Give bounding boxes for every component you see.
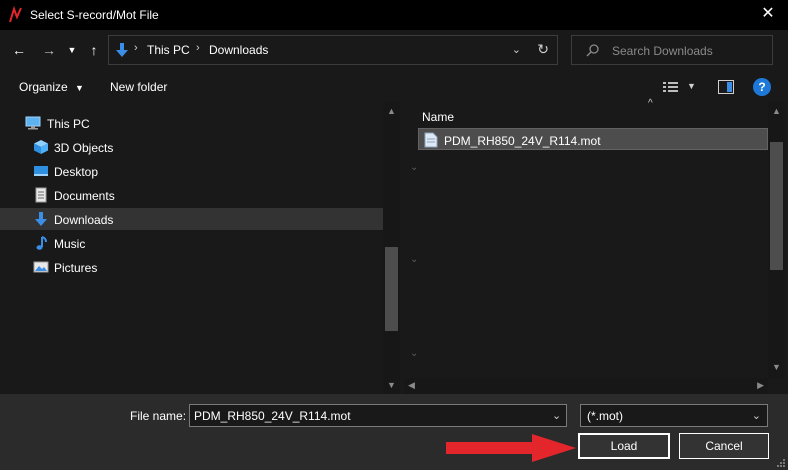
file-row[interactable]: PDM_RH850_24V_R114.mot	[418, 128, 768, 150]
sidebar-item-desktop[interactable]: Desktop	[0, 160, 383, 182]
sidebar-item-pictures[interactable]: Pictures	[0, 256, 383, 278]
chevron-down-icon: ⌄	[410, 348, 419, 359]
help-icon[interactable]: ?	[753, 78, 771, 96]
refresh-icon[interactable]: ↻	[537, 41, 549, 58]
view-options-icon[interactable]	[663, 81, 679, 93]
file-list-scrollbar[interactable]: ▲ ▼	[768, 102, 785, 378]
scroll-down-icon[interactable]: ▼	[383, 380, 400, 390]
column-header-name[interactable]: Name	[422, 110, 454, 124]
scroll-right-icon[interactable]: ▶	[757, 380, 764, 391]
load-button[interactable]: Load	[578, 433, 670, 459]
search-placeholder: Search Downloads	[612, 44, 713, 58]
navigation-pane: This PC 3D Objects Desktop Documents Dow…	[0, 102, 400, 394]
scroll-up-icon[interactable]: ▲	[383, 106, 400, 116]
horizontal-scrollbar[interactable]: ◀ ▶	[404, 378, 768, 394]
chevron-down-icon[interactable]: ⌄	[512, 43, 521, 56]
scroll-up-icon[interactable]: ▲	[768, 106, 785, 116]
chevron-down-icon[interactable]: ⌄	[552, 409, 561, 422]
command-toolbar: Organize ▼ New folder ▼ ?	[0, 72, 788, 102]
title-bar: Select S-record/Mot File ✕	[0, 0, 788, 30]
back-arrow-icon[interactable]: ←	[10, 40, 28, 60]
file-name-label: File name:	[130, 409, 187, 423]
scrollbar-thumb[interactable]	[770, 142, 783, 270]
window-title: Select S-record/Mot File	[30, 8, 159, 22]
address-bar[interactable]: › This PC › Downloads ⌄ ↻	[108, 35, 558, 65]
file-name: PDM_RH850_24V_R114.mot	[444, 134, 601, 148]
sort-ascending-icon: ^	[648, 98, 653, 109]
sidebar-item-label: Music	[54, 237, 86, 251]
view-chevron-down-icon[interactable]: ▼	[687, 81, 696, 91]
desktop-icon	[34, 166, 48, 176]
red-arrow-icon	[446, 434, 576, 462]
dialog-footer: File name: ⌄ (*.mot) ⌄ Load Cancel	[0, 394, 788, 470]
breadcrumb-chevron-icon: ›	[134, 42, 138, 54]
file-type-select[interactable]: (*.mot) ⌄	[580, 404, 768, 427]
navigation-bar: ← → ▼ ↑ › This PC › Downloads ⌄ ↻ Search…	[0, 30, 788, 70]
sidebar-item-documents[interactable]: Documents	[0, 184, 383, 206]
file-name-input[interactable]	[189, 404, 567, 427]
breadcrumb-this-pc[interactable]: This PC	[147, 43, 190, 57]
sidebar-item-3d-objects[interactable]: 3D Objects	[0, 136, 383, 158]
file-type-value: (*.mot)	[587, 409, 623, 423]
organize-label: Organize	[19, 80, 68, 94]
new-folder-button[interactable]: New folder	[110, 80, 167, 94]
sidebar-item-downloads[interactable]: Downloads	[0, 208, 383, 230]
cube-icon	[34, 140, 48, 154]
sidebar-item-label: Downloads	[54, 213, 114, 227]
music-note-icon	[36, 236, 47, 250]
resize-grip-icon[interactable]	[776, 458, 786, 468]
chevron-down-icon: ⌄	[751, 410, 761, 422]
sidebar-item-this-pc[interactable]: This PC	[0, 112, 383, 134]
sidebar-item-label: Documents	[54, 189, 115, 203]
sidebar-item-label: This PC	[47, 117, 90, 131]
sidebar-item-music[interactable]: Music	[0, 232, 383, 254]
scroll-left-icon[interactable]: ◀	[408, 380, 415, 391]
scroll-down-icon[interactable]: ▼	[768, 362, 785, 372]
chevron-down-icon: ⌄	[410, 162, 419, 173]
chevron-down-icon: ⌄	[410, 254, 419, 265]
download-arrow-icon	[35, 212, 47, 226]
close-icon[interactable]: ✕	[758, 4, 778, 24]
scrollbar-thumb[interactable]	[385, 247, 398, 331]
recent-locations-chevron-icon[interactable]: ▼	[66, 40, 78, 60]
up-arrow-icon[interactable]: ↑	[86, 40, 102, 60]
sidebar-item-label: 3D Objects	[54, 141, 114, 155]
breadcrumb-chevron-icon: ›	[196, 42, 200, 54]
cancel-button[interactable]: Cancel	[679, 433, 769, 459]
search-input[interactable]: Search Downloads	[571, 35, 773, 65]
picture-icon	[33, 261, 49, 273]
file-list-pane: Name ^ PDM_RH850_24V_R114.mot ⌄ ⌄ ⌄	[404, 98, 768, 378]
chevron-down-icon: ▼	[75, 83, 84, 93]
download-arrow-icon	[116, 43, 128, 57]
sidebar-item-label: Pictures	[54, 261, 98, 275]
computer-icon	[25, 116, 41, 130]
file-icon	[424, 132, 438, 148]
document-icon	[35, 187, 47, 203]
breadcrumb-downloads[interactable]: Downloads	[209, 43, 268, 57]
search-icon	[586, 44, 599, 57]
preview-pane-icon[interactable]	[718, 80, 734, 94]
sidebar-item-label: Desktop	[54, 165, 99, 179]
navigation-pane-scrollbar[interactable]: ▲ ▼	[383, 102, 400, 394]
organize-button[interactable]: Organize ▼	[19, 80, 84, 94]
app-logo-icon	[9, 6, 22, 23]
forward-arrow-icon[interactable]: →	[40, 40, 58, 60]
